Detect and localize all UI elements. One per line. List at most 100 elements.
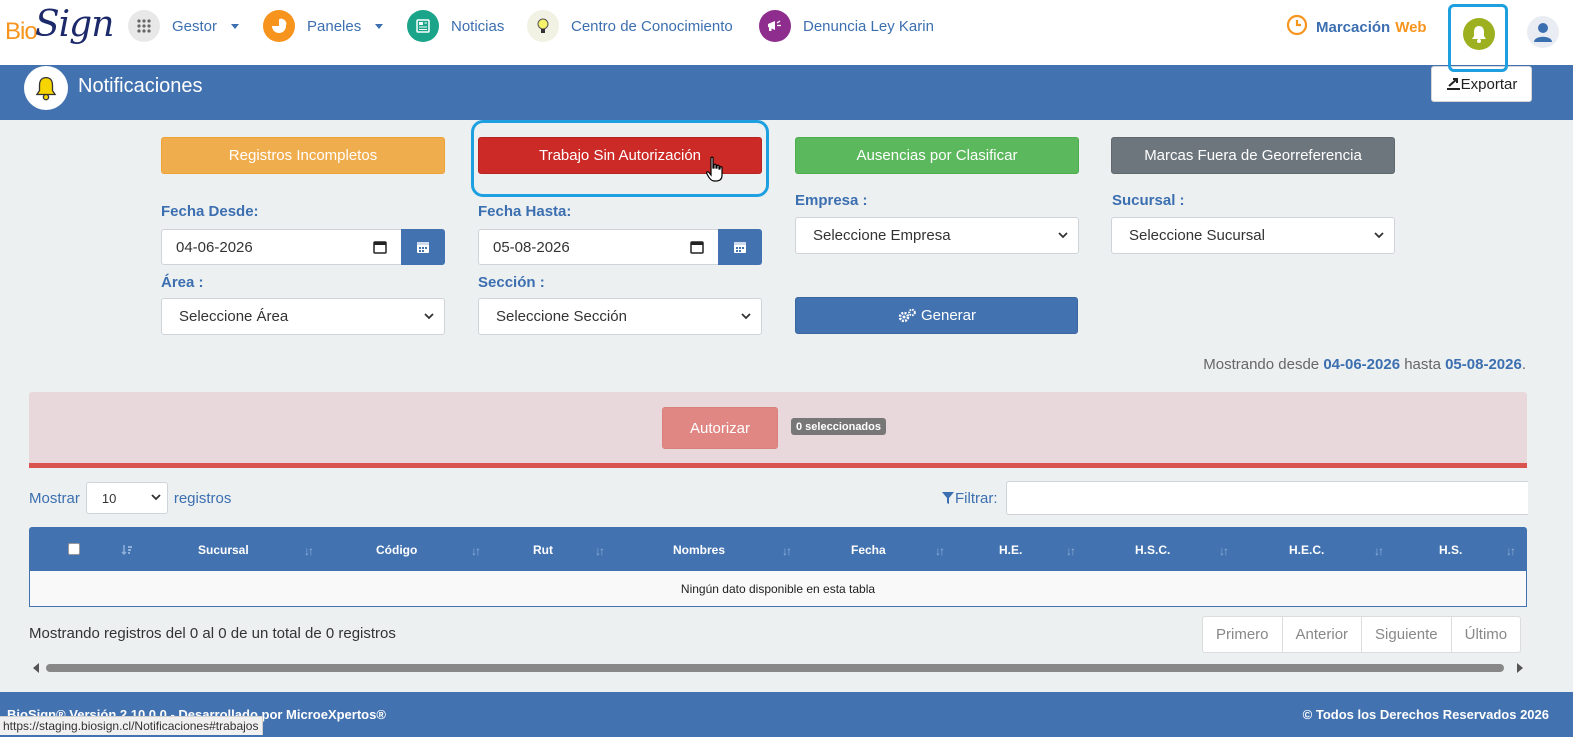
select-all-checkbox[interactable] [68,543,80,555]
range-prefix: Mostrando desde [1203,356,1320,373]
top-navbar: Bio Sign Gestor Paneles Noticias Centro … [0,0,1573,72]
sort-icon[interactable]: ↓↑ [1374,544,1384,558]
sort-icon[interactable]: ↓↑ [1506,544,1516,558]
range-suffix: . [1521,356,1526,373]
fecha-hasta-input[interactable]: 05-08-2026 [478,229,718,265]
table-header: Sucursal ↓↑ Código ↓↑ Rut ↓↑ Nombres ↓↑ … [30,528,1526,571]
bell-icon [24,66,68,110]
user-icon [1534,23,1552,42]
fecha-desde-label: Fecha Desde: [161,203,259,220]
chevron-down-icon [375,23,384,29]
area-label: Área : [161,274,204,291]
status-bar-url: https://staging.biosign.cl/Notificacione… [0,716,264,735]
date-range-summary: Mostrando desde 04-06-2026 hasta 05-08-2… [1203,356,1526,373]
chevron-down-icon [231,23,240,29]
sort-icon[interactable]: ↓↑ [935,544,945,558]
col-fecha[interactable]: Fecha [851,528,886,571]
show-label: Mostrar [29,489,80,507]
apps-grid-icon [128,10,160,42]
calendar-icon[interactable] [373,240,387,258]
scroll-right-arrow-icon[interactable] [1517,663,1523,673]
data-table: Sucursal ↓↑ Código ↓↑ Rut ↓↑ Nombres ↓↑ … [29,527,1527,607]
page-title: Notificaciones [78,75,203,97]
filter-label: Filtrar: [955,489,998,507]
footer-copyright: © Todos los Derechos Reservados 2026 [1302,707,1549,722]
sucursal-label: Sucursal : [1112,192,1185,209]
pagination-prev[interactable]: Anterior [1281,617,1362,652]
user-avatar[interactable] [1527,16,1559,48]
col-he[interactable]: H.E. [999,528,1022,571]
generar-label: Generar [920,307,977,324]
nav-denuncia-label: Denuncia Ley Karin [803,17,934,35]
fecha-hasta-label: Fecha Hasta: [478,203,572,220]
filter-control: Filtrar: [941,482,998,514]
sort-icon[interactable]: ↓↑ [595,544,605,558]
range-middle: hasta [1404,356,1441,373]
sucursal-select-value: Seleccione Sucursal [1129,227,1265,244]
nav-centro-label: Centro de Conocimiento [571,17,733,35]
chevron-down-icon [741,313,751,320]
lightbulb-icon [527,10,559,42]
seccion-select[interactable]: Seleccione Sección [478,298,762,335]
marcacion-web-link[interactable]: Marcación Web [1286,14,1427,40]
empresa-select[interactable]: Seleccione Empresa [795,217,1079,254]
sucursal-select[interactable]: Seleccione Sucursal [1111,217,1395,254]
sort-icon[interactable]: ↓↑ [304,544,314,558]
nav-gestor-label: Gestor [172,17,218,35]
authorize-panel: Autorizar 0 seleccionados [29,392,1527,468]
fecha-desde-input[interactable]: 04-06-2026 [161,229,401,265]
sort-amount-icon[interactable] [121,528,133,571]
sort-icon[interactable]: ↓↑ [782,544,792,558]
col-hec[interactable]: H.E.C. [1289,528,1324,571]
range-to: 05-08-2026 [1445,356,1522,373]
page-header: Notificaciones Exportar [0,65,1573,120]
pagination-next[interactable]: Siguiente [1361,617,1451,652]
nav-gestor[interactable]: Gestor [128,10,240,42]
nav-centro-conocimiento[interactable]: Centro de Conocimiento [527,10,733,42]
generar-button[interactable]: Generar [795,297,1078,334]
filter-input[interactable] [1006,481,1528,515]
selected-count-badge: 0 seleccionados [791,418,886,435]
sort-icon[interactable]: ↓↑ [1066,544,1076,558]
notifications-button[interactable] [1448,4,1508,72]
tab-registros-incompletos[interactable]: Registros Incompletos [161,137,445,174]
fecha-desde-calendar-button[interactable] [401,229,445,265]
nav-paneles[interactable]: Paneles [263,10,384,42]
calendar-icon [417,242,429,253]
col-sucursal[interactable]: Sucursal [198,528,249,571]
tab-marcas-fuera-georreferencia[interactable]: Marcas Fuera de Georreferencia [1111,137,1395,174]
sort-icon[interactable]: ↓↑ [1219,544,1229,558]
gears-icon [898,308,916,322]
sort-icon[interactable]: ↓↑ [471,544,481,558]
hand-pointer-cursor-icon [706,156,723,182]
pagination: Primero Anterior Siguiente Último [1202,616,1522,653]
col-hs[interactable]: H.S. [1439,528,1462,571]
chevron-down-icon [151,494,161,501]
col-codigo[interactable]: Código [376,528,417,571]
nav-denuncia-ley-karin[interactable]: Denuncia Ley Karin [759,10,934,42]
col-hsc[interactable]: H.S.C. [1135,528,1170,571]
col-nombres[interactable]: Nombres [673,528,725,571]
table-info: Mostrando registros del 0 al 0 de un tot… [29,625,396,642]
tab-ausencias-por-clasificar[interactable]: Ausencias por Clasificar [795,137,1079,174]
nav-noticias[interactable]: Noticias [407,10,504,42]
fecha-desde-value: 04-06-2026 [176,238,253,256]
filter-icon [942,492,954,504]
scrollbar-thumb[interactable] [46,664,1504,672]
nav-noticias-label: Noticias [451,17,505,35]
web-label: Web [1395,18,1427,36]
autorizar-button[interactable]: Autorizar [662,407,778,449]
area-select[interactable]: Seleccione Área [161,298,445,335]
biosign-logo[interactable]: Bio Sign [5,4,114,52]
calendar-icon[interactable] [690,240,704,258]
fecha-hasta-calendar-button[interactable] [718,229,762,265]
pagination-first[interactable]: Primero [1203,617,1282,652]
col-rut[interactable]: Rut [533,528,553,571]
horizontal-scrollbar[interactable] [29,660,1527,675]
page-size-control: Mostrar 10 registros [29,482,231,514]
area-select-value: Seleccione Área [179,308,289,325]
scroll-left-arrow-icon[interactable] [33,663,39,673]
page-size-select[interactable]: 10 [85,482,168,514]
pagination-last[interactable]: Último [1450,617,1521,652]
clock-icon [1286,14,1308,40]
